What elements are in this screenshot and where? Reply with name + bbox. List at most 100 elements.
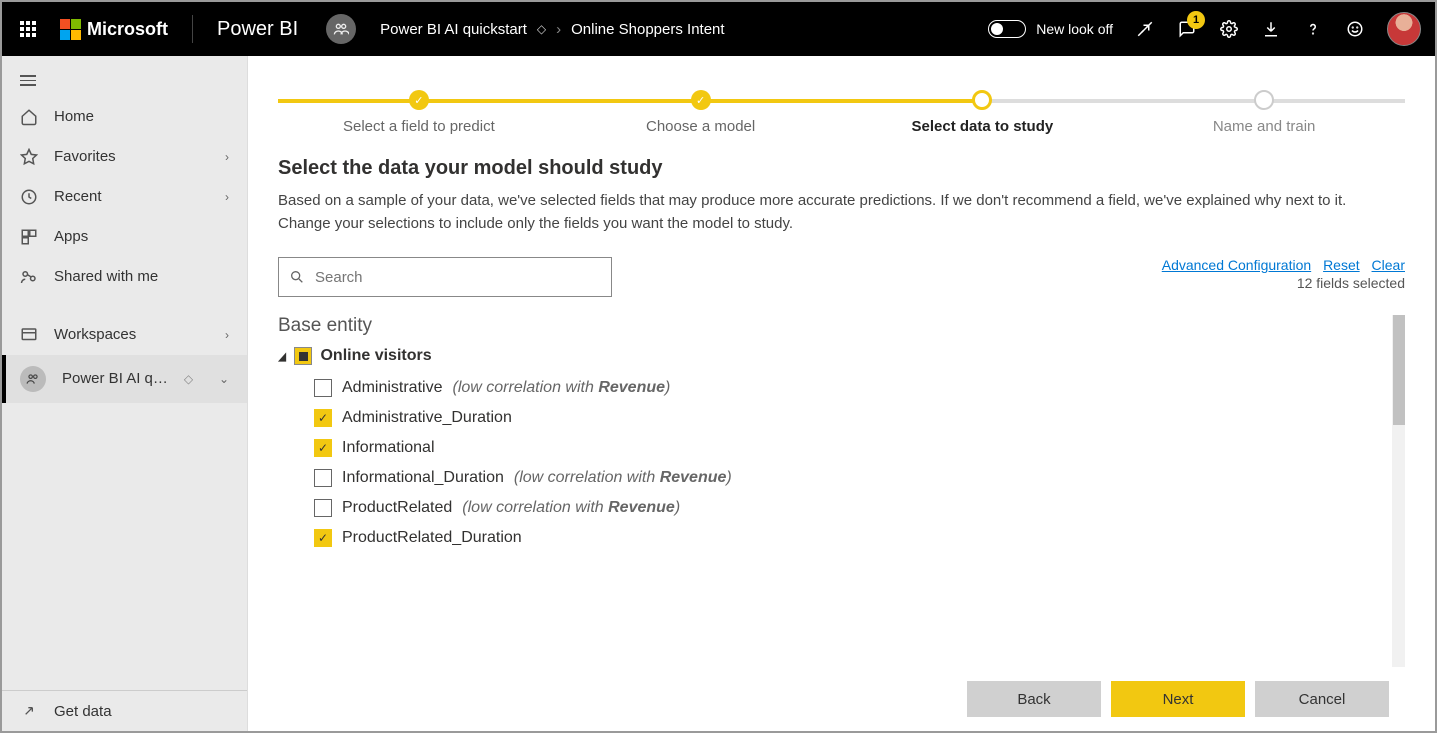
apps-icon — [20, 228, 38, 246]
entity-heading: Base entity — [278, 315, 1375, 337]
get-data-icon — [20, 702, 38, 720]
step-label: Select a field to predict — [278, 118, 560, 135]
field-note: (low correlation with Revenue) — [514, 469, 732, 487]
advanced-config-link[interactable]: Advanced Configuration — [1162, 257, 1311, 273]
chevron-right-icon: › — [225, 328, 229, 342]
sidebar-item-label: Workspaces — [54, 326, 136, 343]
sidebar-get-data[interactable]: Get data — [2, 691, 247, 731]
sidebar-item-star[interactable]: Favorites › — [2, 137, 247, 177]
workspace-avatar-icon[interactable] — [326, 14, 356, 44]
field-row[interactable]: ✓ Administrative_Duration — [314, 403, 1375, 433]
premium-diamond-icon: ◇ — [184, 372, 193, 386]
search-box[interactable] — [278, 257, 612, 297]
sidebar: Home Favorites › Recent › Apps Shared with me W… — [2, 56, 248, 731]
entity-root[interactable]: ◢ Online visitors — [278, 347, 1375, 365]
next-button[interactable]: Next — [1111, 681, 1245, 717]
divider — [192, 15, 193, 43]
field-name: Administrative — [342, 379, 442, 397]
collapse-sidebar-icon[interactable] — [2, 64, 247, 97]
step-node-3[interactable] — [972, 90, 992, 110]
field-name: Administrative_Duration — [342, 409, 512, 427]
field-name: ProductRelated_Duration — [342, 529, 522, 547]
section-description: Based on a sample of your data, we've se… — [278, 190, 1378, 235]
back-button[interactable]: Back — [967, 681, 1101, 717]
field-row[interactable]: ✓ ProductRelated_Duration — [314, 523, 1375, 553]
chevron-right-icon: › — [225, 150, 229, 164]
step-node-1[interactable]: ✓ — [409, 90, 429, 110]
microsoft-label: Microsoft — [87, 19, 168, 40]
breadcrumb-page[interactable]: Online Shoppers Intent — [571, 21, 724, 38]
field-row[interactable]: ProductRelated (low correlation with Rev… — [314, 493, 1375, 523]
breadcrumb: Power BI AI quickstart ◇ › Online Shoppe… — [380, 21, 724, 38]
sidebar-item-workspaces[interactable]: Workspaces › — [2, 315, 247, 355]
expand-icon[interactable] — [1135, 19, 1155, 39]
entity-checkbox[interactable] — [294, 347, 312, 365]
download-icon[interactable] — [1261, 19, 1281, 39]
workspace-circle-icon — [20, 366, 46, 392]
entity-name: Online visitors — [320, 347, 431, 365]
field-note: (low correlation with Revenue) — [452, 379, 670, 397]
field-checkbox[interactable] — [314, 499, 332, 517]
field-name: Informational — [342, 439, 435, 457]
settings-gear-icon[interactable] — [1219, 19, 1239, 39]
search-input[interactable] — [315, 269, 601, 286]
section-title: Select the data your model should study — [278, 157, 1405, 180]
chevron-down-icon[interactable]: ⌄ — [219, 372, 229, 386]
field-row[interactable]: Administrative (low correlation with Rev… — [314, 373, 1375, 403]
field-row[interactable]: ✓ Informational — [314, 433, 1375, 463]
sidebar-item-label: Favorites — [54, 148, 116, 165]
new-look-label: New look off — [1036, 21, 1113, 37]
field-checkbox[interactable] — [314, 469, 332, 487]
notification-badge: 1 — [1187, 11, 1205, 29]
home-icon — [20, 108, 38, 126]
step-node-2[interactable]: ✓ — [691, 90, 711, 110]
clear-link[interactable]: Clear — [1372, 257, 1405, 273]
help-icon[interactable] — [1303, 19, 1323, 39]
notifications-icon[interactable]: 1 — [1177, 19, 1197, 39]
premium-diamond-icon: ◇ — [537, 22, 546, 36]
sidebar-item-label: Shared with me — [54, 268, 158, 285]
workspaces-icon — [20, 326, 38, 344]
field-checkbox[interactable]: ✓ — [314, 529, 332, 547]
wizard-stepper: ✓ ✓ Select a field to predictChoose a mo… — [248, 56, 1435, 135]
microsoft-logo[interactable]: Microsoft — [60, 19, 168, 40]
sidebar-item-apps[interactable]: Apps — [2, 217, 247, 257]
field-name: Informational_Duration — [342, 469, 504, 487]
step-label: Choose a model — [560, 118, 842, 135]
app-launcher-icon[interactable] — [16, 17, 40, 41]
top-header: Microsoft Power BI Power BI AI quickstar… — [2, 2, 1435, 56]
field-name: ProductRelated — [342, 499, 452, 517]
cancel-button[interactable]: Cancel — [1255, 681, 1389, 717]
collapse-caret-icon[interactable]: ◢ — [278, 350, 286, 363]
field-checkbox[interactable]: ✓ — [314, 409, 332, 427]
clock-icon — [20, 188, 38, 206]
sidebar-item-clock[interactable]: Recent › — [2, 177, 247, 217]
field-checkbox[interactable] — [314, 379, 332, 397]
sidebar-item-home[interactable]: Home — [2, 97, 247, 137]
star-icon — [20, 148, 38, 166]
field-note: (low correlation with Revenue) — [462, 499, 680, 517]
sidebar-item-share[interactable]: Shared with me — [2, 257, 247, 297]
feedback-smile-icon[interactable] — [1345, 19, 1365, 39]
step-node-4 — [1254, 90, 1274, 110]
sidebar-item-label: Recent — [54, 188, 102, 205]
field-checkbox[interactable]: ✓ — [314, 439, 332, 457]
chevron-right-icon: › — [225, 190, 229, 204]
sidebar-item-label: Apps — [54, 228, 88, 245]
fields-selected-count: 12 fields selected — [1154, 275, 1405, 291]
search-icon — [289, 269, 305, 285]
sidebar-item-label: Home — [54, 108, 94, 125]
user-avatar[interactable] — [1387, 12, 1421, 46]
new-look-toggle[interactable]: New look off — [988, 20, 1113, 38]
breadcrumb-workspace[interactable]: Power BI AI quickstart — [380, 21, 527, 38]
step-label: Select data to study — [842, 118, 1124, 135]
product-label[interactable]: Power BI — [217, 18, 298, 41]
get-data-label: Get data — [54, 703, 112, 720]
sidebar-item-current-workspace[interactable]: Power BI AI q… ◇ ⌄ — [2, 355, 247, 403]
scrollbar[interactable] — [1392, 315, 1405, 667]
entity-tree: Base entity ◢ Online visitors Administra… — [278, 315, 1405, 667]
wizard-footer: Back Next Cancel — [278, 667, 1405, 731]
sidebar-active-label: Power BI AI q… — [62, 370, 168, 387]
field-row[interactable]: Informational_Duration (low correlation … — [314, 463, 1375, 493]
reset-link[interactable]: Reset — [1323, 257, 1360, 273]
